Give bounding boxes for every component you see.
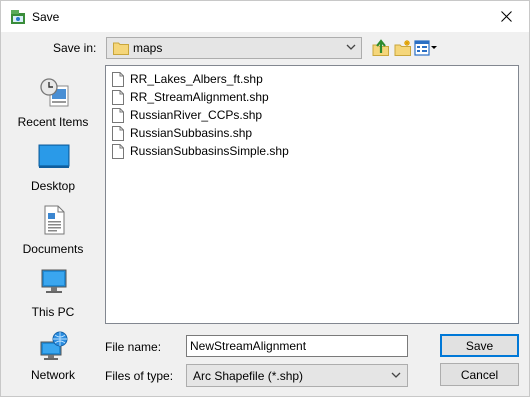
- up-one-level-button[interactable]: [372, 38, 390, 58]
- save-in-label: Save in:: [53, 41, 97, 55]
- file-name-label: File name:: [105, 340, 162, 354]
- file-name: RussianSubbasins.shp: [130, 126, 253, 140]
- file-icon: [112, 125, 124, 141]
- file-type-value: Arc Shapefile (*.shp): [193, 369, 304, 383]
- place-label: Documents: [22, 242, 84, 256]
- save-in-value: maps: [133, 41, 163, 55]
- list-item[interactable]: RR_Lakes_Albers_ft.shp: [112, 70, 263, 88]
- place-network[interactable]: Network: [9, 330, 97, 390]
- close-icon: [500, 11, 512, 22]
- title-bar[interactable]: Save: [1, 1, 529, 32]
- recent-items-icon: [40, 78, 69, 107]
- chevron-down-icon: [391, 372, 401, 378]
- new-folder-icon: [394, 40, 411, 56]
- place-documents[interactable]: Documents: [9, 204, 97, 264]
- folder-icon: [113, 42, 129, 55]
- window-title: Save: [32, 10, 60, 24]
- places-bar: Recent Items Desktop Documents This PC N…: [9, 65, 97, 391]
- save-dialog: Save Save in: maps Recent Items Desktop …: [0, 0, 530, 397]
- computer-icon: [41, 269, 67, 293]
- file-list[interactable]: RR_Lakes_Albers_ft.shp RR_StreamAlignmen…: [105, 65, 519, 324]
- place-label: Network: [30, 368, 75, 382]
- file-icon: [112, 71, 124, 87]
- file-name: RR_StreamAlignment.shp: [130, 90, 269, 104]
- file-name: RR_Lakes_Albers_ft.shp: [130, 72, 263, 86]
- chevron-down-icon: [346, 44, 356, 50]
- save-in-dropdown[interactable]: maps: [106, 37, 362, 59]
- view-list-icon: [414, 40, 437, 56]
- file-type-label: Files of type:: [105, 369, 174, 383]
- file-icon: [112, 107, 124, 123]
- list-item[interactable]: RussianSubbasins.shp: [112, 124, 252, 142]
- save-button[interactable]: Save: [440, 334, 519, 357]
- place-recent-items[interactable]: Recent Items: [9, 77, 97, 137]
- place-label: This PC: [31, 305, 75, 319]
- close-button[interactable]: [483, 1, 529, 32]
- file-type-dropdown[interactable]: Arc Shapefile (*.shp): [186, 364, 408, 387]
- up-folder-icon: [372, 39, 389, 56]
- file-name: RussianRiver_CCPs.shp: [130, 108, 263, 122]
- place-this-pc[interactable]: This PC: [9, 267, 97, 327]
- file-name-input[interactable]: [186, 335, 408, 357]
- file-icon: [112, 89, 124, 105]
- view-menu-button[interactable]: [414, 38, 438, 58]
- place-label: Desktop: [30, 179, 76, 193]
- list-item[interactable]: RR_StreamAlignment.shp: [112, 88, 269, 106]
- list-item[interactable]: RussianSubbasinsSimple.shp: [112, 142, 289, 160]
- place-desktop[interactable]: Desktop: [9, 141, 97, 201]
- documents-icon: [44, 205, 65, 235]
- network-icon: [40, 331, 68, 360]
- app-icon: [11, 10, 25, 24]
- list-item[interactable]: RussianRiver_CCPs.shp: [112, 106, 262, 124]
- place-label: Recent Items: [17, 115, 89, 129]
- new-folder-button[interactable]: [394, 38, 412, 58]
- cancel-button[interactable]: Cancel: [440, 363, 519, 386]
- file-name: RussianSubbasinsSimple.shp: [130, 144, 289, 158]
- desktop-icon: [38, 144, 70, 168]
- file-icon: [112, 143, 124, 159]
